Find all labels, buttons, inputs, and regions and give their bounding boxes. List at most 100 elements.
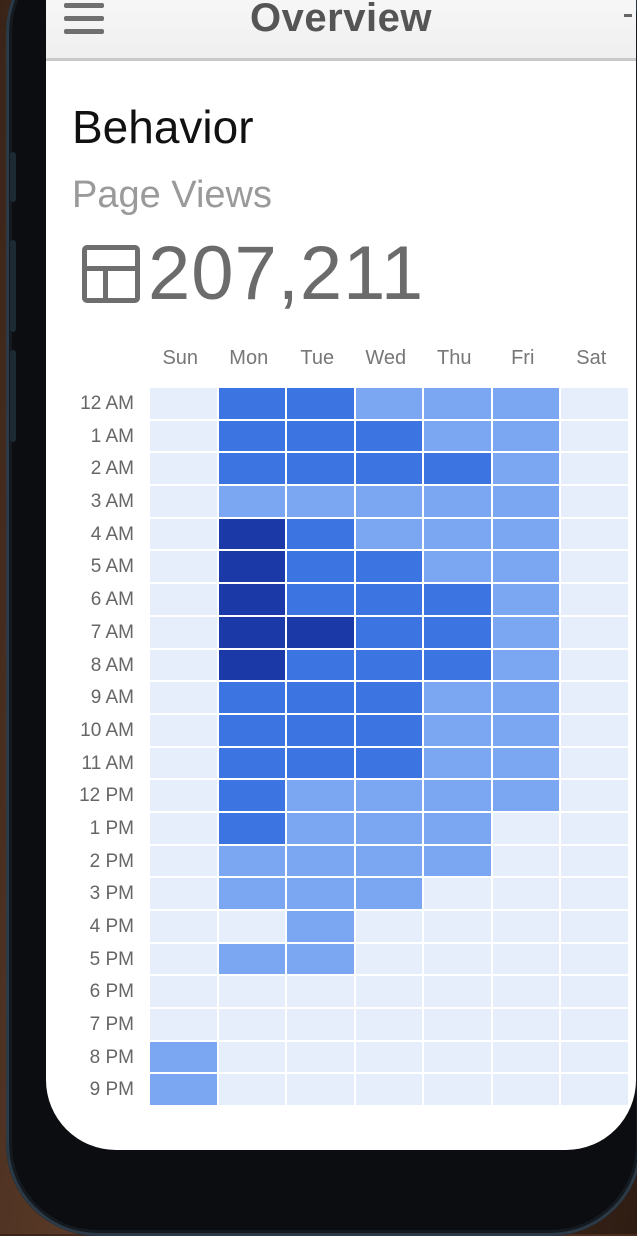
- heatmap-cell[interactable]: [287, 682, 354, 713]
- heatmap-cell[interactable]: [561, 420, 628, 452]
- heatmap-cell[interactable]: [561, 747, 628, 779]
- heatmap-cell[interactable]: [150, 943, 217, 975]
- heatmap-cell[interactable]: [218, 551, 285, 583]
- heatmap-cell[interactable]: [150, 812, 217, 844]
- heatmap-cell[interactable]: [492, 551, 559, 583]
- heatmap-cell[interactable]: [150, 878, 217, 909]
- heatmap-cell[interactable]: [492, 1041, 559, 1073]
- heatmap-cell[interactable]: [150, 780, 217, 811]
- heatmap-cell[interactable]: [424, 420, 491, 452]
- heatmap-cell[interactable]: [287, 584, 354, 615]
- heatmap-cell[interactable]: [492, 812, 559, 844]
- heatmap-cell[interactable]: [218, 943, 285, 975]
- heatmap-cell[interactable]: [218, 616, 285, 648]
- heatmap-cell[interactable]: [424, 388, 491, 419]
- heatmap-cell[interactable]: [150, 551, 217, 583]
- heatmap-cell[interactable]: [150, 420, 217, 452]
- heatmap-cell[interactable]: [492, 649, 559, 681]
- heatmap-cell[interactable]: [561, 780, 628, 811]
- heatmap-cell[interactable]: [150, 1009, 217, 1040]
- heatmap-cell[interactable]: [150, 616, 217, 648]
- heatmap-cell[interactable]: [561, 649, 628, 681]
- heatmap-cell[interactable]: [287, 714, 354, 746]
- heatmap-cell[interactable]: [287, 1041, 354, 1073]
- heatmap-cell[interactable]: [424, 584, 491, 615]
- heatmap-cell[interactable]: [355, 682, 422, 713]
- heatmap-cell[interactable]: [218, 1041, 285, 1073]
- heatmap-cell[interactable]: [355, 1074, 422, 1106]
- heatmap-cell[interactable]: [218, 1009, 285, 1040]
- heatmap-cell[interactable]: [287, 616, 354, 648]
- heatmap-cell[interactable]: [287, 420, 354, 452]
- heatmap-cell[interactable]: [355, 1041, 422, 1073]
- heatmap-cell[interactable]: [150, 747, 217, 779]
- heatmap-cell[interactable]: [561, 1009, 628, 1040]
- heatmap-cell[interactable]: [492, 518, 559, 550]
- heatmap-cell[interactable]: [287, 845, 354, 877]
- heatmap-cell[interactable]: [492, 780, 559, 811]
- heatmap-cell[interactable]: [355, 486, 422, 517]
- heatmap-cell[interactable]: [355, 616, 422, 648]
- heatmap-cell[interactable]: [492, 682, 559, 713]
- heatmap-cell[interactable]: [287, 943, 354, 975]
- heatmap-cell[interactable]: [492, 616, 559, 648]
- heatmap-cell[interactable]: [492, 453, 559, 485]
- heatmap-cell[interactable]: [492, 845, 559, 877]
- heatmap-cell[interactable]: [150, 486, 217, 517]
- heatmap-cell[interactable]: [287, 911, 354, 942]
- heatmap-cell[interactable]: [492, 388, 559, 419]
- heatmap-cell[interactable]: [287, 518, 354, 550]
- heatmap-cell[interactable]: [561, 878, 628, 909]
- heatmap-cell[interactable]: [355, 780, 422, 811]
- heatmap-cell[interactable]: [287, 1074, 354, 1106]
- heatmap-cell[interactable]: [561, 812, 628, 844]
- heatmap-cell[interactable]: [492, 584, 559, 615]
- heatmap-cell[interactable]: [561, 551, 628, 583]
- heatmap-cell[interactable]: [218, 420, 285, 452]
- heatmap-cell[interactable]: [424, 486, 491, 517]
- heatmap-cell[interactable]: [150, 845, 217, 877]
- heatmap-cell[interactable]: [492, 420, 559, 452]
- heatmap-cell[interactable]: [424, 1009, 491, 1040]
- heatmap-cell[interactable]: [424, 453, 491, 485]
- heatmap-cell[interactable]: [218, 747, 285, 779]
- heatmap-cell[interactable]: [492, 486, 559, 517]
- heatmap-cell[interactable]: [561, 616, 628, 648]
- heatmap-cell[interactable]: [150, 584, 217, 615]
- heatmap-cell[interactable]: [355, 420, 422, 452]
- heatmap-cell[interactable]: [355, 943, 422, 975]
- heatmap-cell[interactable]: [218, 1074, 285, 1106]
- heatmap-cell[interactable]: [492, 943, 559, 975]
- heatmap-cell[interactable]: [492, 878, 559, 909]
- heatmap-cell[interactable]: [355, 584, 422, 615]
- heatmap-cell[interactable]: [561, 911, 628, 942]
- heatmap-cell[interactable]: [218, 911, 285, 942]
- heatmap-cell[interactable]: [355, 747, 422, 779]
- heatmap-cell[interactable]: [424, 518, 491, 550]
- heatmap-cell[interactable]: [561, 976, 628, 1008]
- heatmap-cell[interactable]: [492, 747, 559, 779]
- heatmap-cell[interactable]: [492, 911, 559, 942]
- heatmap-cell[interactable]: [218, 714, 285, 746]
- heatmap-cell[interactable]: [424, 845, 491, 877]
- heatmap-cell[interactable]: [287, 812, 354, 844]
- heatmap-cell[interactable]: [492, 1074, 559, 1106]
- heatmap-cell[interactable]: [355, 453, 422, 485]
- heatmap-cell[interactable]: [424, 649, 491, 681]
- heatmap-cell[interactable]: [424, 616, 491, 648]
- heatmap-cell[interactable]: [355, 878, 422, 909]
- heatmap-cell[interactable]: [218, 845, 285, 877]
- heatmap-cell[interactable]: [287, 976, 354, 1008]
- heatmap-cell[interactable]: [561, 943, 628, 975]
- heatmap-cell[interactable]: [492, 714, 559, 746]
- heatmap-cell[interactable]: [424, 976, 491, 1008]
- heatmap-cell[interactable]: [561, 518, 628, 550]
- heatmap-cell[interactable]: [218, 453, 285, 485]
- heatmap-cell[interactable]: [218, 584, 285, 615]
- heatmap-cell[interactable]: [561, 845, 628, 877]
- heatmap-cell[interactable]: [355, 812, 422, 844]
- heatmap-cell[interactable]: [287, 453, 354, 485]
- heatmap-cell[interactable]: [561, 714, 628, 746]
- heatmap-cell[interactable]: [424, 714, 491, 746]
- heatmap-cell[interactable]: [287, 780, 354, 811]
